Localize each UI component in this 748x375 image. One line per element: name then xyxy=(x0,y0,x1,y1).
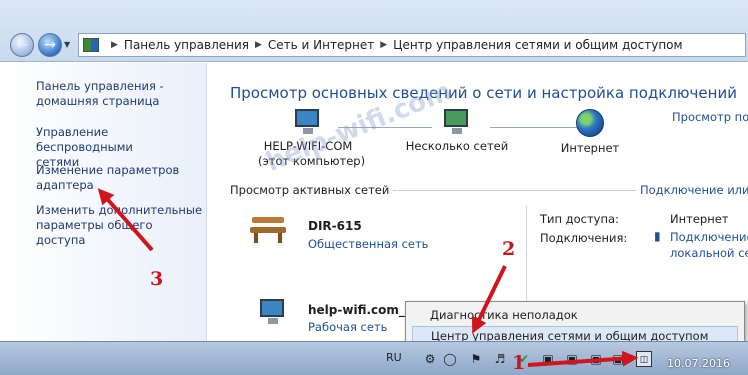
network-icon[interactable] xyxy=(258,299,288,325)
sidebar-item-label: параметры общего доступа xyxy=(36,218,153,247)
full-map-link[interactable]: Просмотр полной карты xyxy=(672,110,748,124)
settings-icon[interactable]: ⚙ xyxy=(422,351,438,367)
address-bar[interactable]: ▶ Панель управления ▶ Сеть и Интернет ▶ … xyxy=(78,33,746,57)
connection-line: локальной сети xyxy=(670,246,748,260)
tray-app-icon[interactable]: ▣ xyxy=(610,351,626,367)
access-type-label: Тип доступа: xyxy=(540,212,619,226)
tray-app-icon[interactable]: ▣ xyxy=(540,351,556,367)
sidebar-item-control-panel-home[interactable]: Панель управления - домашняя страница xyxy=(36,79,204,109)
sidebar-item-label: домашняя страница xyxy=(36,94,160,108)
bluetooth-icon[interactable]: ◯ xyxy=(442,351,458,367)
volume-icon[interactable]: ♬ xyxy=(492,351,508,367)
tray-app-icon[interactable]: ▣ xyxy=(564,351,580,367)
annotation-step-2: 2 xyxy=(502,238,516,260)
breadcrumb-network-center[interactable]: Центр управления сетями и общим доступом xyxy=(393,38,682,52)
sidebar-item-advanced-sharing[interactable]: Изменить дополнительные параметры общего… xyxy=(36,203,204,248)
flag-icon[interactable]: ⚑ xyxy=(468,351,484,367)
sidebar-item-label: Панель управления - xyxy=(36,79,164,93)
bench-icon[interactable] xyxy=(250,215,286,243)
active-networks-label: Просмотр активных сетей xyxy=(230,183,394,197)
sidebar-item-label: Изменение параметров xyxy=(36,163,180,177)
connection-line: Подключение по xyxy=(670,230,748,244)
internet-label: Интернет xyxy=(560,141,620,155)
sidebar-item-change-adapter-settings[interactable]: Изменение параметров адаптера xyxy=(36,163,204,193)
history-dropdown-icon[interactable]: ▼ xyxy=(64,40,70,49)
annotation-step-3: 3 xyxy=(150,268,164,290)
breadcrumb-control-panel[interactable]: Панель управления xyxy=(124,38,249,52)
breadcrumb-separator-icon[interactable]: ▶ xyxy=(255,40,262,50)
forward-button[interactable]: → xyxy=(38,33,62,57)
back-button[interactable]: ← xyxy=(10,33,34,57)
breadcrumb-separator-icon[interactable]: ▶ xyxy=(111,40,118,50)
connect-disconnect-link[interactable]: Подключение или отключение xyxy=(636,183,748,197)
sidebar-item-label: адаптера xyxy=(36,178,94,192)
navigation-bar: ← → ▼ ▶ Панель управления ▶ Сеть и Интер… xyxy=(0,0,748,62)
access-type-value: Интернет xyxy=(670,212,729,226)
breadcrumb-network-internet[interactable]: Сеть и Интернет xyxy=(268,38,374,52)
clock-date[interactable]: 10.07.2016 xyxy=(667,357,730,370)
tray-app-icon[interactable]: ▣ xyxy=(588,351,604,367)
connections-label: Подключения: xyxy=(540,231,628,245)
annotation-step-1: 1 xyxy=(512,352,526,374)
page-title: Просмотр основных сведений о сети и наст… xyxy=(230,84,737,102)
taskbar: RU ⚙ ◯ ⚑ ♬ ✔ ▣ ▣ ▣ ▣ ◫ 10.07.2016 xyxy=(0,341,748,375)
network-type-link[interactable]: Рабочая сеть xyxy=(308,320,387,334)
networks-label: Несколько сетей xyxy=(405,139,509,153)
sidebar-item-label: Управление беспроводными xyxy=(36,125,133,154)
network-name: DIR-615 xyxy=(308,219,362,233)
local-connection-link[interactable]: Подключение по локальной сети xyxy=(670,229,748,261)
active-networks-header: Просмотр активных сетей Подключение или … xyxy=(230,183,748,197)
breadcrumb-separator-icon[interactable]: ▶ xyxy=(380,40,387,50)
internet-node: Интернет xyxy=(550,109,630,156)
control-panel-icon xyxy=(83,38,99,52)
main-panel: Просмотр основных сведений о сети и наст… xyxy=(208,63,748,341)
ethernet-icon: ▮ xyxy=(654,229,661,243)
sidebar-item-label: Изменить дополнительные xyxy=(36,203,203,217)
menu-item-troubleshoot[interactable]: Диагностика неполадок xyxy=(412,305,738,325)
globe-icon xyxy=(576,109,604,137)
network-icon xyxy=(442,109,472,135)
network-tray-icon[interactable]: ◫ xyxy=(636,351,652,367)
language-indicator[interactable]: RU xyxy=(386,351,402,364)
sidebar: Панель управления - домашняя страница Уп… xyxy=(0,63,207,341)
network-type-link[interactable]: Общественная сеть xyxy=(308,237,428,251)
